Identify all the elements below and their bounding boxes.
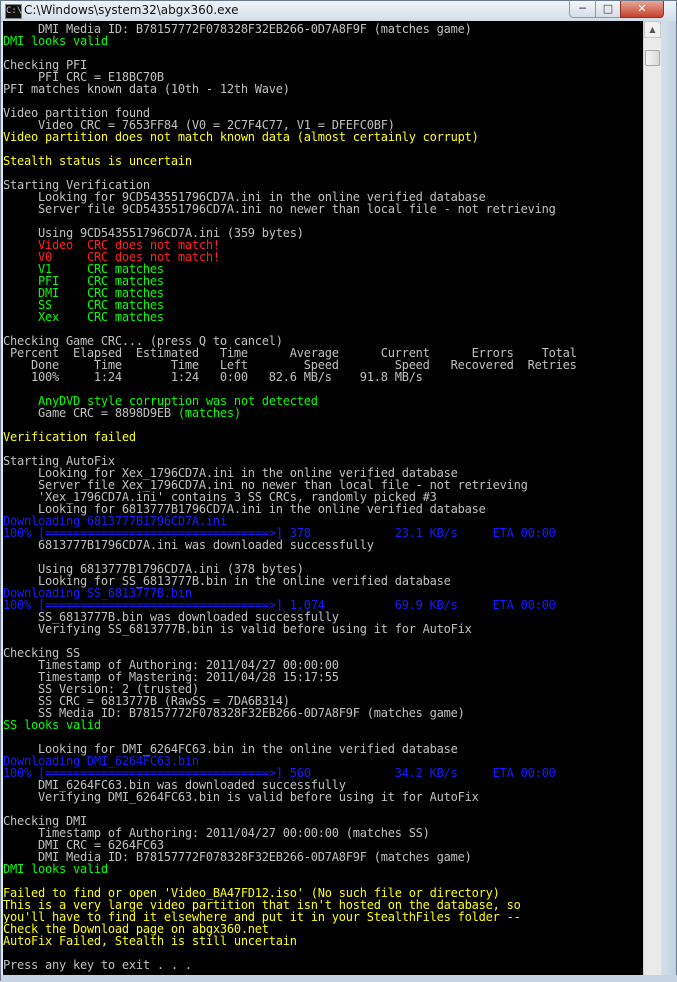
console-text-segment: (matches) xyxy=(177,406,241,420)
console-window: C:\ C:\Windows\system32\abgx360.exe ─ □ … xyxy=(0,0,677,982)
console-text-segment: Game CRC = 8898D9EB xyxy=(3,406,178,420)
console-text-segment: Stealth status is uncertain xyxy=(3,154,192,168)
console-text-segment: Press any key to exit . . . xyxy=(3,958,192,972)
console-text-segment xyxy=(3,310,38,324)
console-text-segment: 6813777B1796CD7A.ini was downloaded succ… xyxy=(3,538,374,552)
console-line: Game CRC = 8898D9EB (matches) xyxy=(3,407,577,419)
console-text-segment: PFI matches known data (10th - 12th Wave… xyxy=(3,82,290,96)
console-lines: DMI Media ID: B78157772F078328F32EB266-0… xyxy=(3,23,577,971)
minimize-button[interactable]: ─ xyxy=(569,1,596,18)
console-line: Video partition does not match known dat… xyxy=(3,131,577,143)
maximize-button[interactable]: □ xyxy=(595,1,621,18)
console-text-segment: Verifying SS_6813777B.bin is valid befor… xyxy=(3,622,472,636)
console-line: Stealth status is uncertain xyxy=(3,155,577,167)
console-line: SS looks valid xyxy=(3,719,577,731)
console-app-icon: C:\ xyxy=(5,4,22,19)
console-line: 6813777B1796CD7A.ini was downloaded succ… xyxy=(3,539,577,551)
console-text-segment: AutoFix Failed, Stealth is still uncerta… xyxy=(3,934,297,948)
console-text-segment: DMI looks valid xyxy=(3,34,108,48)
window-frame-right xyxy=(661,21,676,981)
console-line: Verifying SS_6813777B.bin is valid befor… xyxy=(3,623,577,635)
console-line: Verifying DMI_6264FC63.bin is valid befo… xyxy=(3,791,577,803)
console-line: PFI matches known data (10th - 12th Wave… xyxy=(3,83,577,95)
console-text-segment: DMI looks valid xyxy=(3,862,108,876)
console-line: 100% 1:24 1:24 0:00 82.6 MB/s 91.8 MB/s xyxy=(3,371,577,383)
console-text-segment: SS looks valid xyxy=(3,718,101,732)
console-text-segment: Verifying DMI_6264FC63.bin is valid befo… xyxy=(3,790,479,804)
console-line: AutoFix Failed, Stealth is still uncerta… xyxy=(3,935,577,947)
title-bar[interactable]: C:\ C:\Windows\system32\abgx360.exe ─ □ … xyxy=(1,1,676,22)
scroll-thumb[interactable] xyxy=(645,50,660,66)
console-text-segment: Xex CRC matches xyxy=(37,310,164,324)
console-output[interactable]: DMI Media ID: B78157772F078328F32EB266-0… xyxy=(3,21,643,975)
close-button[interactable]: ✕ xyxy=(620,1,664,18)
console-text-segment: Server file 9CD543551796CD7A.ini no newe… xyxy=(3,202,556,216)
console-line: Server file 9CD543551796CD7A.ini no newe… xyxy=(3,203,577,215)
console-text-segment: 100% 1:24 1:24 0:00 82.6 MB/s 91.8 MB/s xyxy=(3,370,423,384)
console-line: Xex CRC matches xyxy=(3,311,577,323)
console-line: DMI looks valid xyxy=(3,863,577,875)
vertical-scrollbar[interactable]: ▲ xyxy=(643,21,661,975)
console-line: DMI looks valid xyxy=(3,35,577,47)
window-title: C:\Windows\system32\abgx360.exe xyxy=(24,3,239,17)
scroll-up-arrow-icon[interactable]: ▲ xyxy=(644,21,661,38)
console-text-segment: Verification failed xyxy=(3,430,136,444)
console-line: Verification failed xyxy=(3,431,577,443)
console-text-segment: Video partition does not match known dat… xyxy=(3,130,479,144)
console-line: Press any key to exit . . . xyxy=(3,959,577,971)
